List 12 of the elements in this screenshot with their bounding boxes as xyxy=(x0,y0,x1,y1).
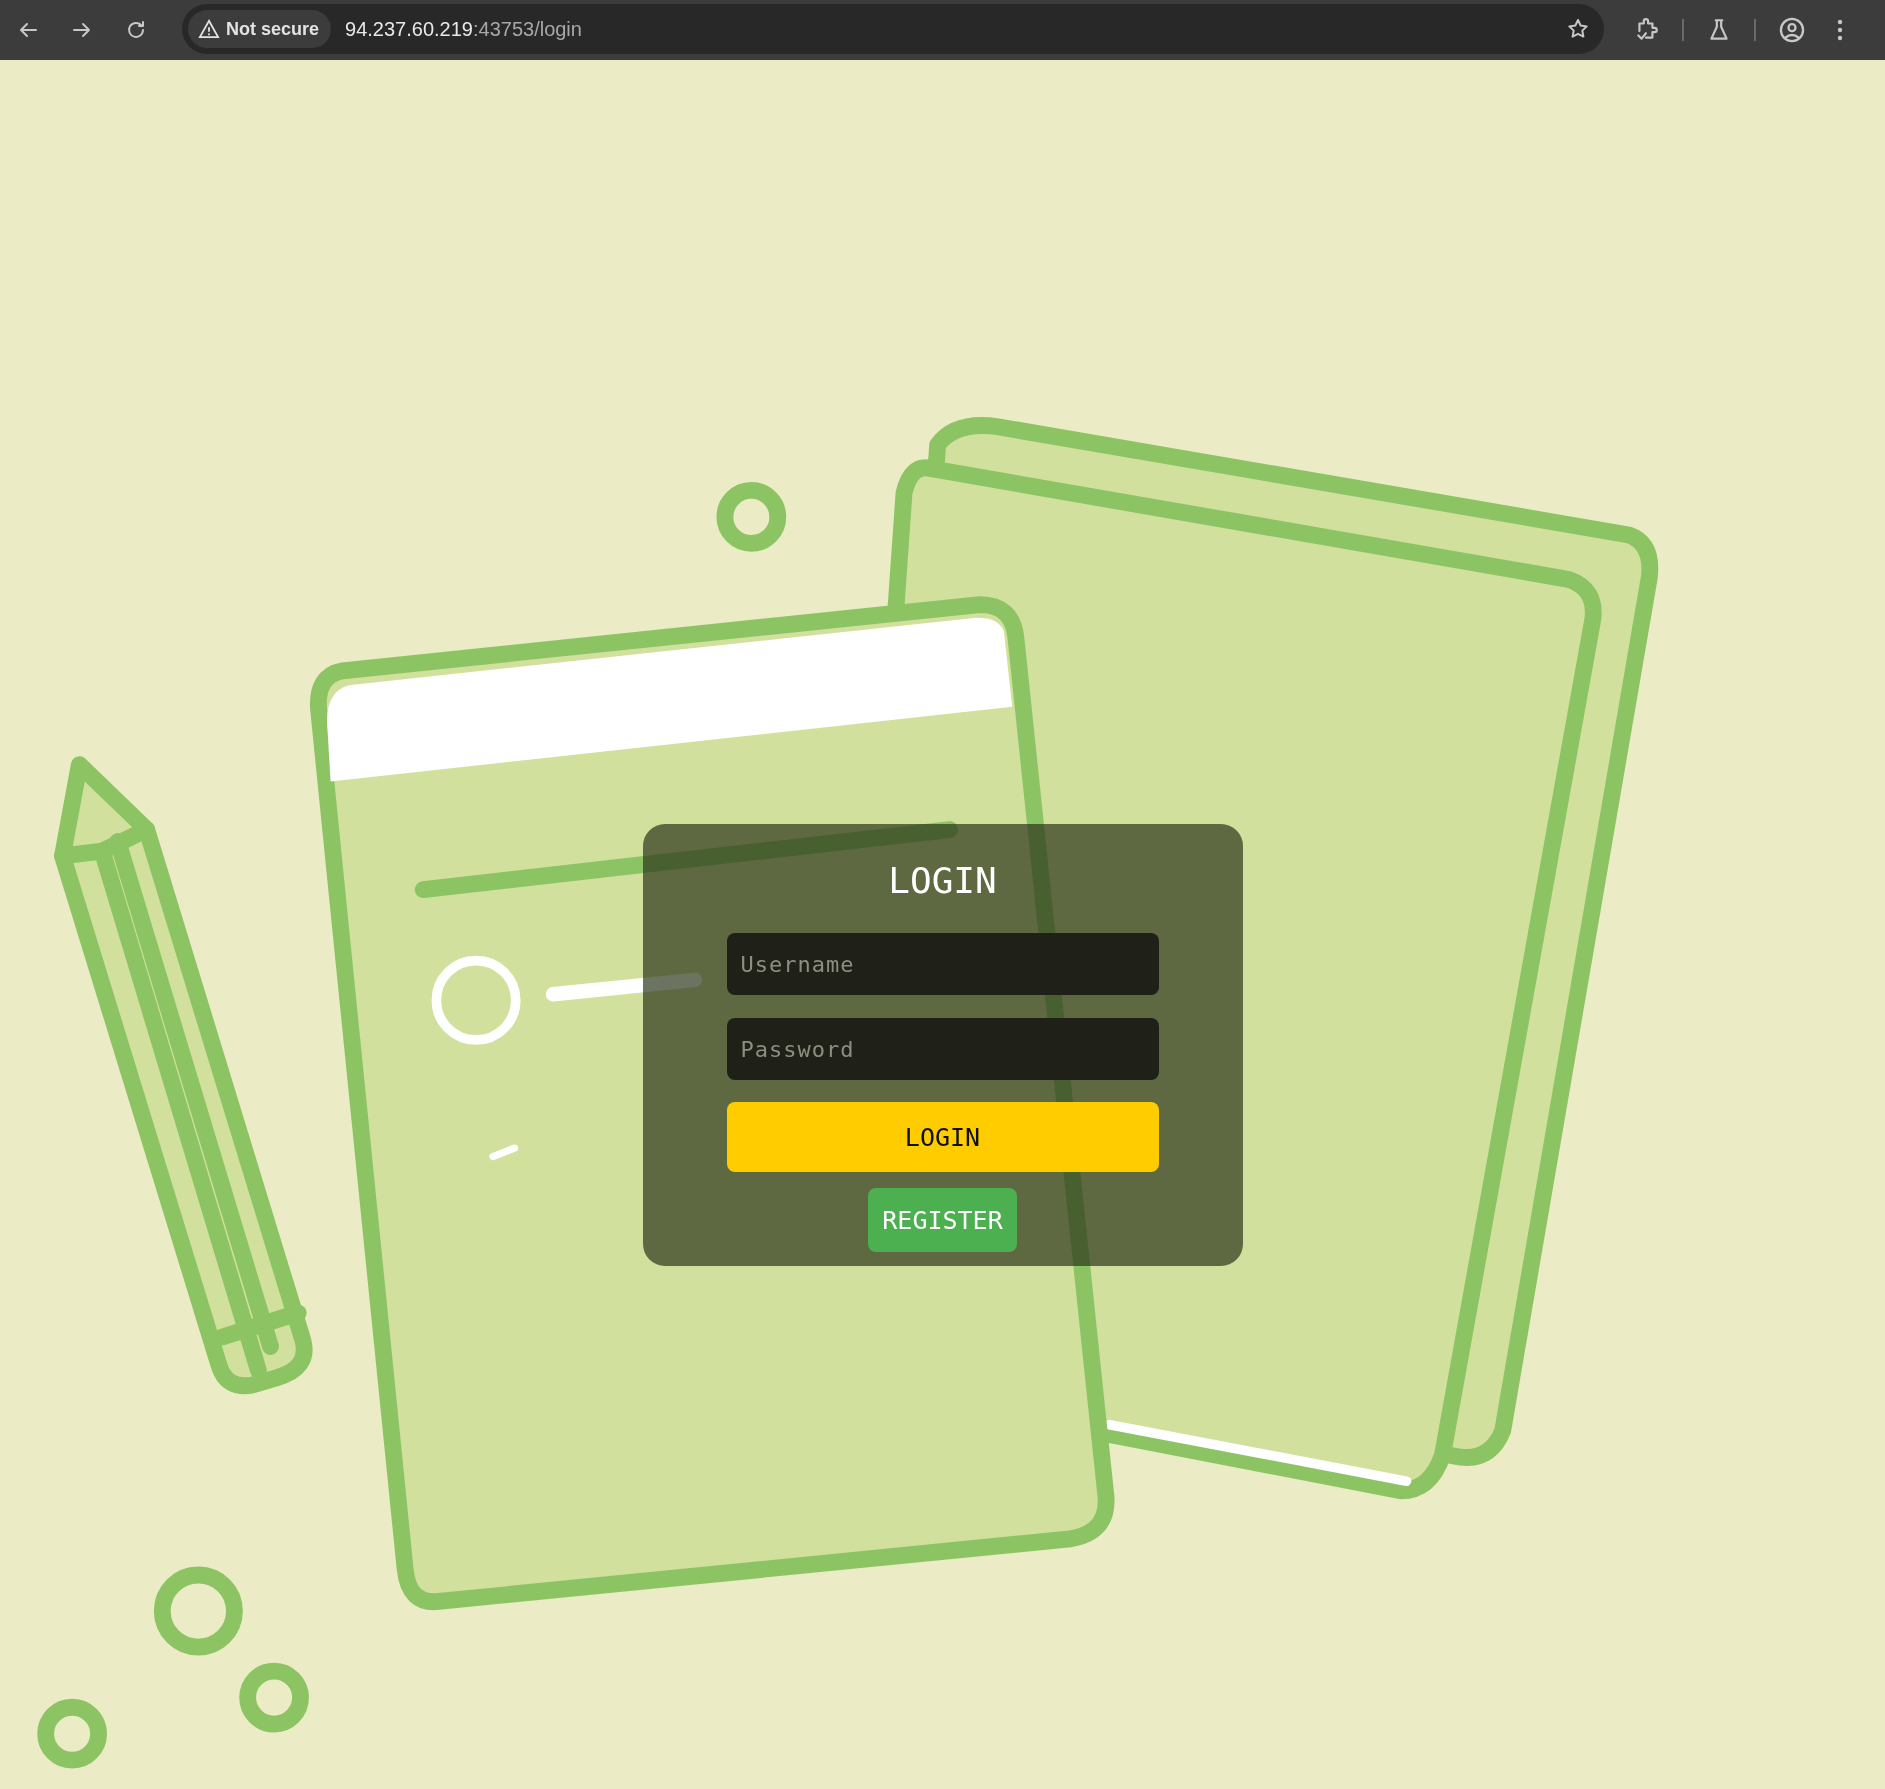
profile-icon[interactable] xyxy=(1778,16,1806,44)
username-field[interactable]: Username xyxy=(726,933,1159,995)
puzzle-icon[interactable] xyxy=(1634,17,1660,43)
menu-icon[interactable] xyxy=(1836,18,1844,42)
login-button[interactable]: LOGIN xyxy=(726,1102,1159,1172)
security-chip[interactable]: Not secure xyxy=(188,10,332,48)
url-text[interactable]: 94.237.60.219:43753/login xyxy=(345,17,582,41)
star-icon[interactable] xyxy=(1566,17,1590,41)
login-title: LOGIN xyxy=(888,859,997,903)
address-bar[interactable]: Not secure 94.237.60.219:43753/login xyxy=(182,4,1604,54)
warning-icon xyxy=(198,19,220,39)
password-field[interactable]: Password xyxy=(726,1018,1159,1080)
